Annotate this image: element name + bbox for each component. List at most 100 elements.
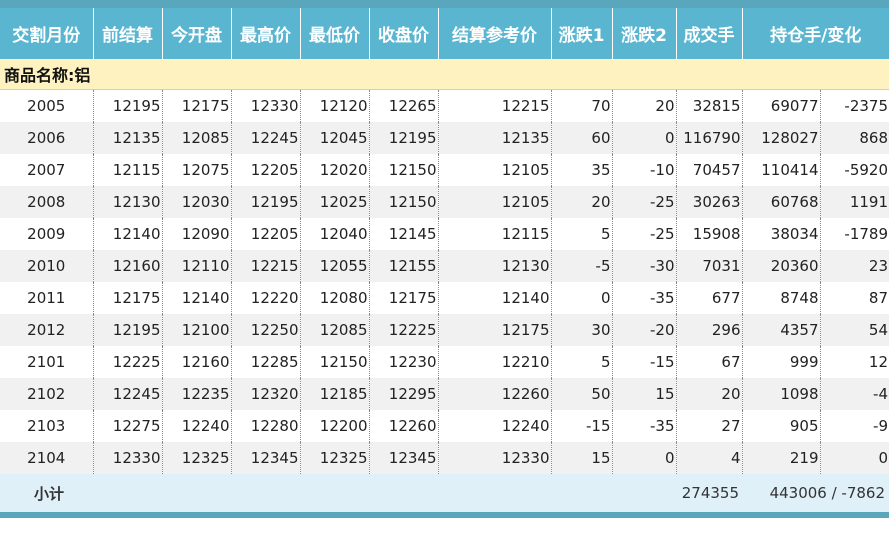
subtotal-open-interest: 443006 / -7862 [742,474,889,518]
subtotal-volume: 274355 [676,474,742,518]
cell-close: 12225 [368,314,438,346]
cell-low: 12025 [299,186,369,218]
cell-delivery-month: 2102 [0,378,93,410]
cell-delivery-month: 2009 [0,218,93,250]
section-row: 商品名称:铝 [0,59,889,90]
cell-open-interest: 999 [741,346,820,378]
cell-open: 12100 [161,314,231,346]
cell-change1: -5 [550,250,612,282]
cell-oi-change: 12 [819,346,889,378]
col-header-change1: 涨跌1 [550,0,612,59]
cell-volume: 20 [675,378,742,410]
cell-volume: 67 [675,346,742,378]
cell-oi-change: -2375 [819,89,889,122]
cell-low: 12325 [299,442,369,474]
cell-change2: 15 [611,378,676,410]
cell-open: 12235 [161,378,231,410]
cell-settle-ref: 12130 [437,250,551,282]
col-header-delivery-month: 交割月份 [0,0,93,59]
cell-oi-change: 0 [819,442,889,474]
cell-close: 12145 [368,218,438,250]
cell-volume: 677 [675,282,742,314]
cell-settle-ref: 12140 [437,282,551,314]
cell-delivery-month: 2010 [0,250,93,282]
cell-high: 12285 [230,346,300,378]
cell-open: 12325 [161,442,231,474]
cell-oi-change: -9 [819,410,889,442]
cell-open-interest: 69077 [741,89,820,122]
cell-close: 12150 [368,186,438,218]
cell-high: 12195 [230,186,300,218]
futures-quote-table: 交割月份 前结算 今开盘 最高价 最低价 收盘价 结算参考价 涨跌1 涨跌2 成… [0,0,889,518]
cell-change1: 0 [550,282,612,314]
cell-change1: 60 [550,122,612,154]
col-header-open: 今开盘 [161,0,231,59]
cell-volume: 15908 [675,218,742,250]
cell-volume: 30263 [675,186,742,218]
cell-low: 12085 [299,314,369,346]
cell-open-interest: 128027 [741,122,820,154]
cell-close: 12195 [368,122,438,154]
cell-prev-settle: 12175 [92,282,162,314]
data-rows: 2005 12195 12175 12330 12120 12265 12215 70 20 32… [0,89,889,474]
col-header-settle-ref: 结算参考价 [437,0,551,59]
cell-prev-settle: 12195 [92,89,162,122]
cell-high: 12245 [230,122,300,154]
table-row: 2011 12175 12140 12220 12080 12175 12140 0 -35 67… [0,282,889,314]
cell-change2: -35 [611,282,676,314]
cell-close: 12295 [368,378,438,410]
cell-open-interest: 8748 [741,282,820,314]
cell-prev-settle: 12135 [92,122,162,154]
cell-volume: 4 [675,442,742,474]
cell-close: 12265 [368,89,438,122]
cell-change2: -10 [611,154,676,186]
cell-open: 12175 [161,89,231,122]
cell-low: 12055 [299,250,369,282]
cell-oi-change: 87 [819,282,889,314]
cell-open: 12085 [161,122,231,154]
cell-open-interest: 20360 [741,250,820,282]
cell-settle-ref: 12115 [437,218,551,250]
cell-low: 12040 [299,218,369,250]
cell-volume: 7031 [675,250,742,282]
table-row: 2103 12275 12240 12280 12200 12260 12240 -15 -35… [0,410,889,442]
cell-low: 12020 [299,154,369,186]
cell-settle-ref: 12175 [437,314,551,346]
table-row: 2101 12225 12160 12285 12150 12230 12210 5 -15 67… [0,346,889,378]
table-row: 2007 12115 12075 12205 12020 12150 12105 35 -10 7… [0,154,889,186]
cell-change1: 50 [550,378,612,410]
subtotal-label: 小计 [0,474,676,518]
cell-prev-settle: 12275 [92,410,162,442]
cell-open: 12090 [161,218,231,250]
header-row: 交割月份 前结算 今开盘 最高价 最低价 收盘价 结算参考价 涨跌1 涨跌2 成… [0,0,889,59]
cell-open: 12240 [161,410,231,442]
cell-high: 12330 [230,89,300,122]
cell-high: 12280 [230,410,300,442]
cell-volume: 32815 [675,89,742,122]
cell-change2: -35 [611,410,676,442]
cell-delivery-month: 2006 [0,122,93,154]
cell-volume: 27 [675,410,742,442]
cell-change2: 0 [611,122,676,154]
col-header-volume: 成交手 [675,0,742,59]
cell-change2: -30 [611,250,676,282]
cell-prev-settle: 12140 [92,218,162,250]
cell-change1: 30 [550,314,612,346]
subtotal-row: 小计 274355 443006 / -7862 [0,474,889,518]
cell-oi-change: 54 [819,314,889,346]
cell-open: 12160 [161,346,231,378]
table-row: 2008 12130 12030 12195 12025 12150 12105 20 -25 3… [0,186,889,218]
cell-prev-settle: 12245 [92,378,162,410]
cell-volume: 70457 [675,154,742,186]
cell-low: 12185 [299,378,369,410]
cell-change2: 0 [611,442,676,474]
cell-close: 12175 [368,282,438,314]
table-row: 2006 12135 12085 12245 12045 12195 12135 60 0 116… [0,122,889,154]
cell-prev-settle: 12160 [92,250,162,282]
cell-open: 12075 [161,154,231,186]
cell-change1: -15 [550,410,612,442]
cell-high: 12205 [230,218,300,250]
cell-change1: 35 [550,154,612,186]
cell-change2: -25 [611,186,676,218]
cell-open: 12030 [161,186,231,218]
